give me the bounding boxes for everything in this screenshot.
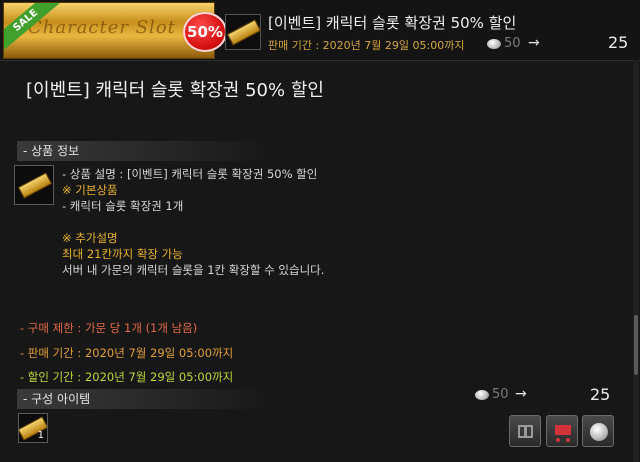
discount-period: - 할인 기간 : 2020년 7월 29일 05:00까지 <box>20 370 234 384</box>
header-original-price: 50 <box>487 36 521 51</box>
purchase-limit: - 구매 제한 : 가문 당 1개 (1개 남음) <box>20 321 198 335</box>
bottom-original-price-value: 50 <box>492 387 509 402</box>
bottom-price-arrow: → <box>515 386 527 402</box>
cart-wheel-icon <box>556 438 560 442</box>
info-extra-description: 서버 내 가문의 캐릭터 슬롯을 1칸 확장할 수 있습니다. <box>62 263 325 277</box>
item-header[interactable]: Character Slot SALE 50% [이벤트] 캐릭터 슬롯 확장권… <box>0 0 640 61</box>
item-thumbnail <box>225 14 262 50</box>
gift-button[interactable] <box>509 415 541 447</box>
silver-coin-icon <box>487 38 501 49</box>
original-price-value: 50 <box>504 36 521 51</box>
gift-icon <box>518 425 533 438</box>
detail-title: [이벤트] 캐릭터 슬롯 확장권 50% 할인 <box>26 80 324 101</box>
info-description: - 상품 설명 : [이벤트] 캐릭터 슬롯 확장권 50% 할인 <box>62 167 318 181</box>
scrollbar-thumb[interactable] <box>634 315 638 375</box>
cart-icon <box>555 425 571 435</box>
buy-button[interactable] <box>582 415 614 447</box>
cart-wheel-icon <box>566 438 570 442</box>
banner-text: Character Slot <box>28 17 176 38</box>
info-extra-heading: ※ 추가설명 <box>62 231 118 245</box>
detail-sale-period: - 판매 기간 : 2020년 7월 29일 05:00까지 <box>20 346 234 360</box>
product-info-header: - 상품 정보 <box>17 141 272 161</box>
ticket-icon <box>17 172 53 199</box>
info-basic-item: - 캐릭터 슬롯 확장권 1개 <box>62 199 184 213</box>
price-arrow: → <box>528 35 540 51</box>
header-sale-price: 25 <box>608 33 629 52</box>
scrollbar[interactable] <box>633 60 639 462</box>
ticket-icon <box>226 19 262 46</box>
components-header: - 구성 아이템 <box>17 389 272 409</box>
bottom-original-price: 50 <box>475 387 509 402</box>
silver-coin-icon <box>475 389 489 400</box>
component-item-slot[interactable]: 1 <box>18 413 48 443</box>
bottom-sale-price: 25 <box>590 385 611 404</box>
header-item-title: [이벤트] 캐릭터 슬롯 확장권 50% 할인 <box>268 14 517 32</box>
info-basic-heading: ※ 기본상품 <box>62 183 118 197</box>
silver-coin-icon <box>590 423 608 441</box>
component-count: 1 <box>37 430 44 441</box>
discount-badge: 50% <box>183 12 227 52</box>
header-sale-period: 판매 기간 : 2020년 7월 29일 05:00까지 <box>268 39 465 52</box>
product-info-text: - 상품 설명 : [이벤트] 캐릭터 슬롯 확장권 50% 할인 ※ 기본상품… <box>62 166 324 278</box>
info-extra-max: 최대 21칸까지 확장 가능 <box>62 247 183 261</box>
add-to-cart-button[interactable] <box>546 415 578 447</box>
item-icon[interactable] <box>14 165 54 205</box>
pearl-shop-item-detail: Character Slot SALE 50% [이벤트] 캐릭터 슬롯 확장권… <box>0 0 640 462</box>
